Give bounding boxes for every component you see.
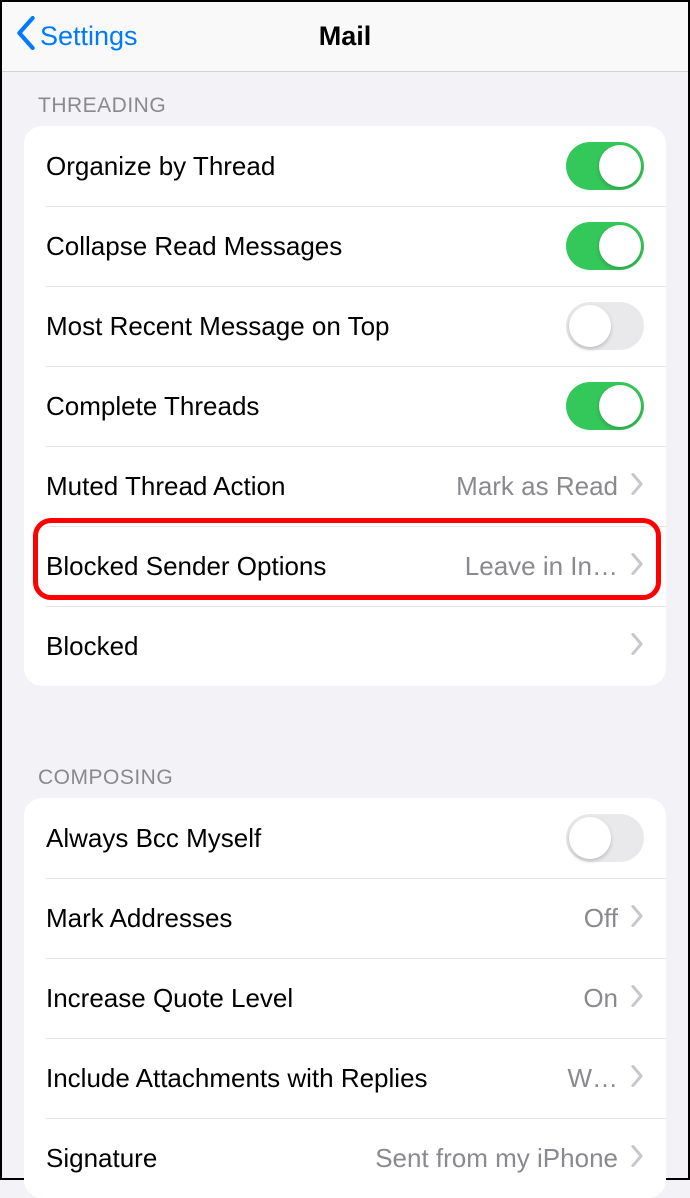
toggle-collapse-read-messages[interactable] xyxy=(566,222,644,270)
chevron-right-icon xyxy=(630,985,644,1012)
row-complete-threads[interactable]: Complete Threads xyxy=(24,366,666,446)
row-blocked-sender-options[interactable]: Blocked Sender Options Leave in In… xyxy=(24,526,666,606)
row-label: Blocked xyxy=(46,631,139,662)
row-collapse-read-messages[interactable]: Collapse Read Messages xyxy=(24,206,666,286)
group-composing: Always Bcc Myself Mark Addresses Off Inc… xyxy=(24,798,666,1198)
row-most-recent-on-top[interactable]: Most Recent Message on Top xyxy=(24,286,666,366)
toggle-complete-threads[interactable] xyxy=(566,382,644,430)
section-header-threading: THREADING xyxy=(2,72,688,126)
row-label: Increase Quote Level xyxy=(46,983,293,1014)
row-label: Mark Addresses xyxy=(46,903,232,934)
row-label: Complete Threads xyxy=(46,391,259,422)
chevron-right-icon xyxy=(630,553,644,580)
row-mark-addresses[interactable]: Mark Addresses Off xyxy=(24,878,666,958)
chevron-left-icon xyxy=(16,16,40,57)
row-label: Include Attachments with Replies xyxy=(46,1063,428,1094)
nav-bar: Settings Mail xyxy=(2,2,688,72)
toggle-always-bcc-myself[interactable] xyxy=(566,814,644,862)
group-threading: Organize by Thread Collapse Read Message… xyxy=(24,126,666,686)
chevron-right-icon xyxy=(630,633,644,660)
row-label: Always Bcc Myself xyxy=(46,823,261,854)
row-value: W… xyxy=(567,1063,618,1094)
row-include-attachments-with-replies[interactable]: Include Attachments with Replies W… xyxy=(24,1038,666,1118)
row-signature[interactable]: Signature Sent from my iPhone xyxy=(24,1118,666,1198)
row-organize-by-thread[interactable]: Organize by Thread xyxy=(24,126,666,206)
row-blocked[interactable]: Blocked xyxy=(24,606,666,686)
row-increase-quote-level[interactable]: Increase Quote Level On xyxy=(24,958,666,1038)
chevron-right-icon xyxy=(630,473,644,500)
back-button[interactable]: Settings xyxy=(2,16,138,57)
row-always-bcc-myself[interactable]: Always Bcc Myself xyxy=(24,798,666,878)
section-header-composing: COMPOSING xyxy=(2,744,688,798)
row-label: Most Recent Message on Top xyxy=(46,311,389,342)
row-value: Off xyxy=(584,903,618,934)
row-label: Organize by Thread xyxy=(46,151,275,182)
row-value: Mark as Read xyxy=(456,471,618,502)
row-label: Signature xyxy=(46,1143,157,1174)
back-label: Settings xyxy=(40,21,138,52)
row-label: Collapse Read Messages xyxy=(46,231,342,262)
row-label: Muted Thread Action xyxy=(46,471,285,502)
chevron-right-icon xyxy=(630,1145,644,1172)
toggle-most-recent-on-top[interactable] xyxy=(566,302,644,350)
chevron-right-icon xyxy=(630,1065,644,1092)
toggle-organize-by-thread[interactable] xyxy=(566,142,644,190)
chevron-right-icon xyxy=(630,905,644,932)
row-label: Blocked Sender Options xyxy=(46,551,326,582)
row-value: Sent from my iPhone xyxy=(375,1143,618,1174)
row-value: Leave in In… xyxy=(465,551,618,582)
row-muted-thread-action[interactable]: Muted Thread Action Mark as Read xyxy=(24,446,666,526)
row-value: On xyxy=(583,983,618,1014)
